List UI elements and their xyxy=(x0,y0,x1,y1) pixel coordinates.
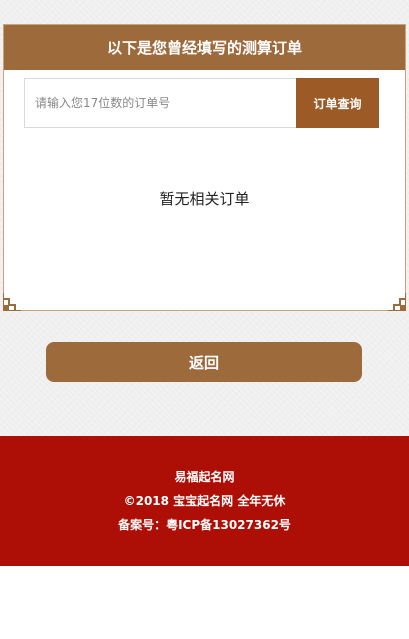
order-number-input[interactable] xyxy=(24,78,296,128)
decorative-corner-icon xyxy=(388,293,406,311)
decorative-corner-icon xyxy=(3,293,21,311)
card-header: 以下是您曾经填写的测算订单 xyxy=(4,25,405,70)
empty-orders-message: 暂无相关订单 xyxy=(159,190,250,208)
card-header-title: 以下是您曾经填写的测算订单 xyxy=(106,39,302,57)
order-search-form: 订单查询 xyxy=(24,78,379,128)
order-history-card: 以下是您曾经填写的测算订单 订单查询 暂无相关订单 xyxy=(3,24,406,311)
footer-icp: 备案号：粤ICP备13027362号 xyxy=(118,518,291,532)
order-query-button[interactable]: 订单查询 xyxy=(296,78,379,128)
bottom-blank-area xyxy=(0,566,409,639)
back-button[interactable]: 返回 xyxy=(46,342,362,382)
footer-site-name: 易福起名网 xyxy=(174,470,235,484)
site-footer: 易福起名网 ©2018 宝宝起名网 全年无休 备案号：粤ICP备13027362… xyxy=(0,436,409,566)
footer-copyright: ©2018 宝宝起名网 全年无休 xyxy=(123,494,286,508)
